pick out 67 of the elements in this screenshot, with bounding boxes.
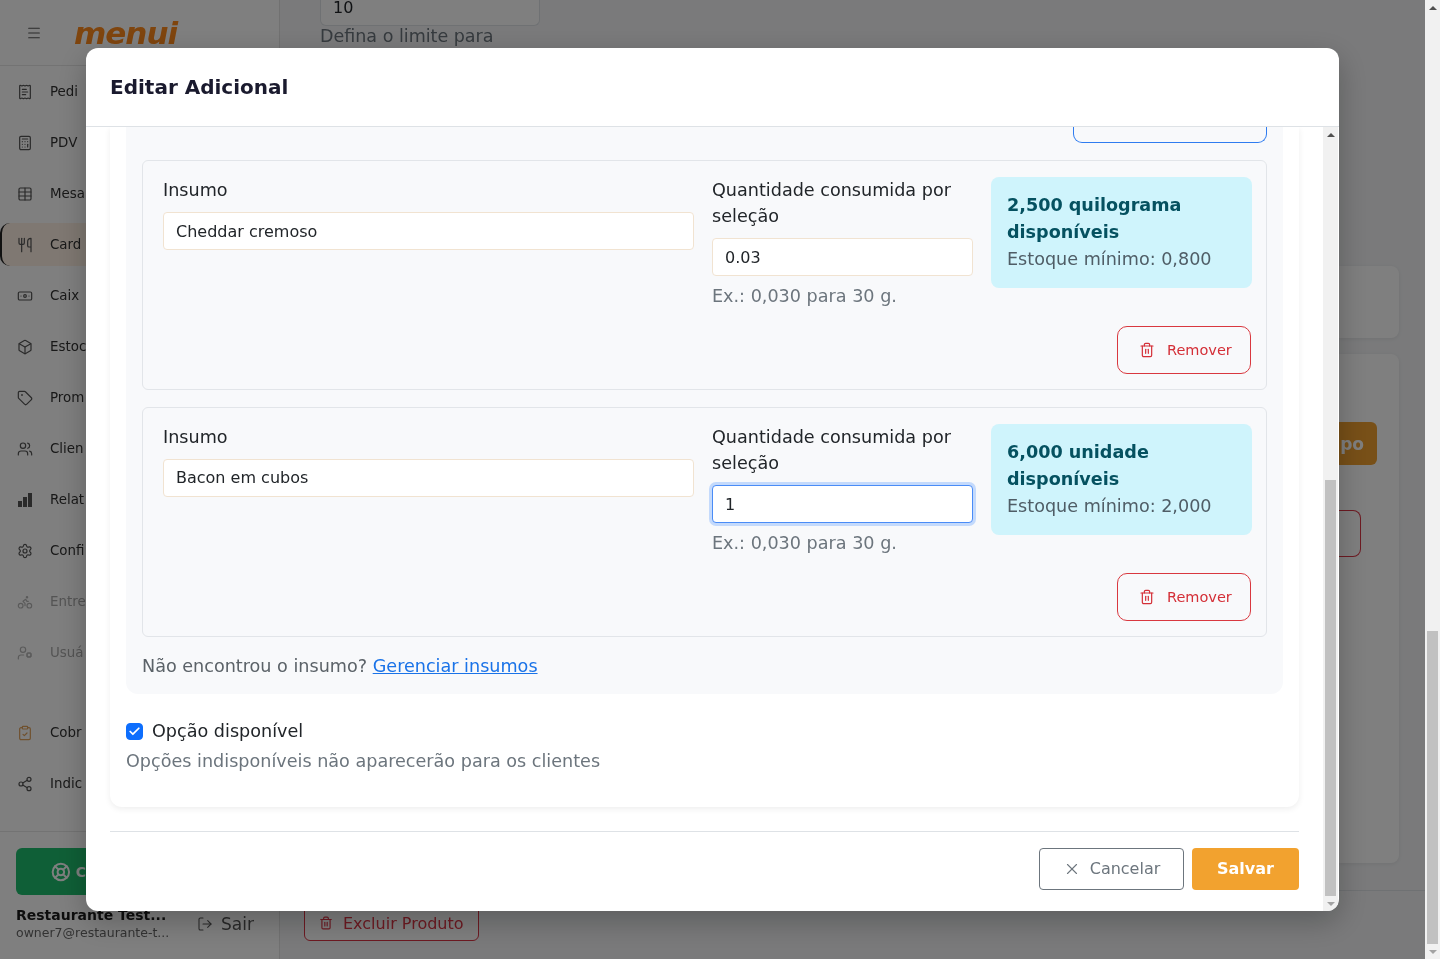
nav-item[interactable]: Cobr — [0, 711, 86, 754]
dialog-title: Editar Adicional — [110, 75, 289, 99]
hint-text: Opções indisponíveis não aparecerão para os clientes — [126, 750, 602, 774]
trash-icon — [319, 916, 333, 930]
nav-item[interactable]: Card — [0, 223, 86, 266]
share-icon — [17, 775, 33, 792]
nav-item[interactable]: Estoc — [0, 325, 86, 368]
caret-down-icon[interactable] — [1428, 949, 1437, 954]
trash-icon — [1139, 341, 1155, 358]
field-label: Quantidade consumida por seleção — [712, 179, 952, 229]
nav-item[interactable]: Clien — [0, 427, 86, 470]
minimum-stock-text: Estoque mínimo: 0,800 — [1007, 248, 1213, 271]
users-icon — [17, 440, 33, 457]
caret-down-icon[interactable] — [1326, 901, 1335, 906]
quantity-field[interactable]: 0.03 — [712, 238, 973, 277]
box-icon — [17, 338, 33, 355]
minimum-stock-text: Estoque mínimo: 2,000 — [1007, 494, 1213, 518]
receipt-icon — [17, 83, 33, 100]
checkbox-label: Opção disponível — [152, 721, 304, 742]
clipboard-check-icon — [17, 724, 33, 741]
utensils-icon — [17, 236, 33, 253]
nav-item[interactable]: Caix — [0, 274, 86, 317]
hint-text: Ex.: 0,030 para 30 g. — [712, 532, 898, 556]
manage-supplies-link[interactable]: Gerenciar insumos — [372, 655, 538, 676]
stock-text: 6,000 unidade disponíveis — [1007, 440, 1150, 491]
supply-field[interactable]: Bacon em cubos — [163, 458, 694, 497]
caret-up-icon[interactable] — [1428, 5, 1437, 10]
remove-button[interactable]: Remover — [1117, 572, 1251, 621]
nav-item[interactable]: Confi — [0, 529, 86, 572]
field-label: Insumo — [163, 179, 229, 202]
hint-text: Defina o limite para — [320, 26, 494, 46]
logout-button[interactable]: Sair — [197, 914, 254, 934]
stock-text: 2,500 quilograma disponíveis — [1007, 194, 1183, 244]
bicycle-icon — [17, 593, 33, 610]
account-email: owner7@restaurante-t... — [16, 924, 171, 941]
table-grid-icon — [17, 185, 33, 202]
lifebuoy-icon — [51, 861, 71, 882]
calculator-icon — [17, 134, 33, 151]
nav-item[interactable]: Mesa — [0, 172, 86, 215]
scrollbar-thumb[interactable] — [1427, 631, 1438, 944]
limit-field[interactable]: 10 — [320, 0, 540, 26]
outline-button[interactable] — [1073, 127, 1267, 143]
settings-icon — [17, 542, 33, 559]
check-icon — [128, 724, 141, 738]
checkbox[interactable] — [126, 722, 143, 740]
caret-up-icon[interactable] — [1326, 132, 1335, 137]
trash-icon — [1139, 588, 1155, 605]
bar-chart-icon — [17, 491, 33, 508]
nav-item[interactable]: Prom — [0, 376, 86, 419]
supply-field[interactable]: Cheddar cremoso — [163, 212, 694, 250]
scrollbar[interactable] — [1323, 127, 1338, 911]
hint-text: Ex.: 0,030 para 30 g. — [712, 285, 898, 309]
missing-supply-text: Não encontrou o insumo? Gerenciar insumos — [142, 654, 539, 678]
remove-button[interactable]: Remover — [1117, 325, 1251, 374]
tag-icon — [17, 389, 33, 406]
nav-item[interactable]: Pedi — [0, 70, 86, 113]
quantity-field[interactable]: 1 — [712, 485, 973, 524]
nav-item[interactable]: Indic — [0, 762, 86, 805]
nav-item[interactable]: Relat — [0, 478, 86, 521]
field-label: Quantidade consumida por seleção — [712, 425, 952, 476]
cancel-button[interactable]: Cancelar — [1039, 847, 1184, 890]
nav-item[interactable]: PDV — [0, 121, 86, 164]
user-gear-icon — [17, 644, 33, 661]
scrollbar[interactable] — [1425, 0, 1440, 959]
logout-icon — [197, 916, 213, 932]
field-label: Insumo — [163, 425, 229, 449]
scrollbar-thumb[interactable] — [1325, 480, 1336, 896]
